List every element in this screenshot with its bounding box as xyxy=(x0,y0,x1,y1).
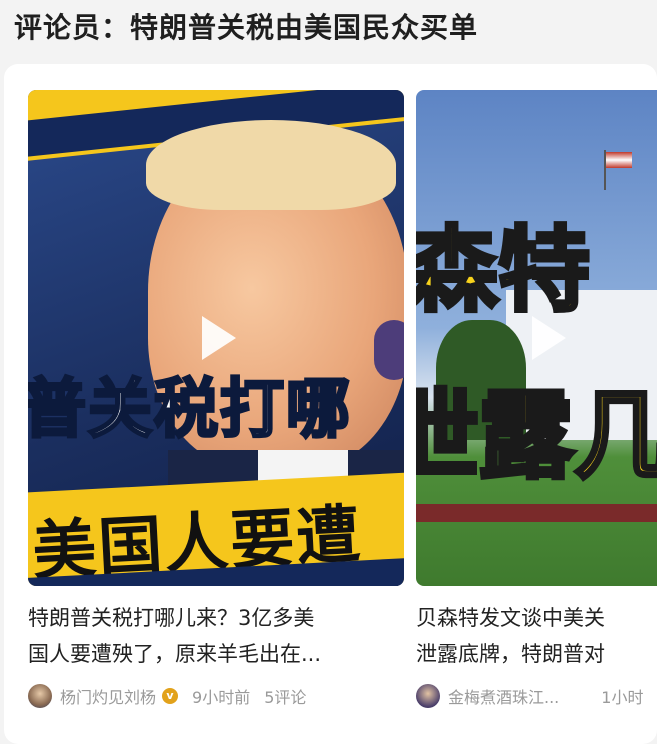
verified-icon: v xyxy=(162,688,179,704)
video-item-1[interactable]: 普关税打哪 美国人要遭 特朗普关税打哪儿来？3亿多美 国人要遭殃了，原来羊毛出在… xyxy=(28,90,404,708)
portrait-hair xyxy=(146,120,396,210)
video-caption[interactable]: 特朗普关税打哪儿来？3亿多美 国人要遭殃了，原来羊毛出在... xyxy=(28,600,404,672)
video-caption[interactable]: 贝森特发文谈中美关 泄露底牌，特朗普对 xyxy=(416,600,657,672)
caption-line-1: 贝森特发文谈中美关 xyxy=(416,606,605,630)
caption-line-2: 泄露底牌，特朗普对 xyxy=(416,642,605,666)
caption-line-1: 特朗普关税打哪儿来？3亿多美 xyxy=(28,606,315,630)
video-item-2[interactable]: 森特 泄露几 贝森特发文谈中美关 泄露底牌，特朗普对 金梅煮酒珠江... 1小时 xyxy=(416,90,657,708)
avatar[interactable] xyxy=(28,684,52,708)
flower-bed xyxy=(416,504,657,522)
video-meta: 金梅煮酒珠江... 1小时 xyxy=(416,684,657,708)
video-meta: 杨门灼见刘杨 v 9小时前 5评论 xyxy=(28,684,404,708)
publish-time: 9小时前 xyxy=(192,688,251,707)
microphone xyxy=(374,320,404,380)
avatar[interactable] xyxy=(416,684,440,708)
video-thumbnail[interactable]: 森特 泄露几 xyxy=(416,90,657,586)
video-thumbnail[interactable]: 普关税打哪 美国人要遭 xyxy=(28,90,404,586)
play-icon[interactable] xyxy=(532,316,566,360)
overlay-text-line1: 森特 xyxy=(416,215,592,326)
page-title: 评论员：特朗普关税由美国民众买单 xyxy=(14,11,479,44)
overlay-text-line1: 普关税打哪 xyxy=(28,372,352,449)
author-name[interactable]: 金梅煮酒珠江... xyxy=(448,684,559,708)
publish-time: 1小时 xyxy=(601,688,644,707)
play-icon[interactable] xyxy=(202,316,236,360)
overlay-text-line2: 泄露几 xyxy=(416,378,657,494)
caption-line-2: 国人要遭殃了，原来羊毛出在... xyxy=(28,642,322,666)
author-name[interactable]: 杨门灼见刘杨 xyxy=(60,684,156,708)
flag xyxy=(606,152,632,168)
video-feed-card: 普关税打哪 美国人要遭 特朗普关税打哪儿来？3亿多美 国人要遭殃了，原来羊毛出在… xyxy=(4,64,657,744)
comment-count[interactable]: 5评论 xyxy=(264,684,306,708)
